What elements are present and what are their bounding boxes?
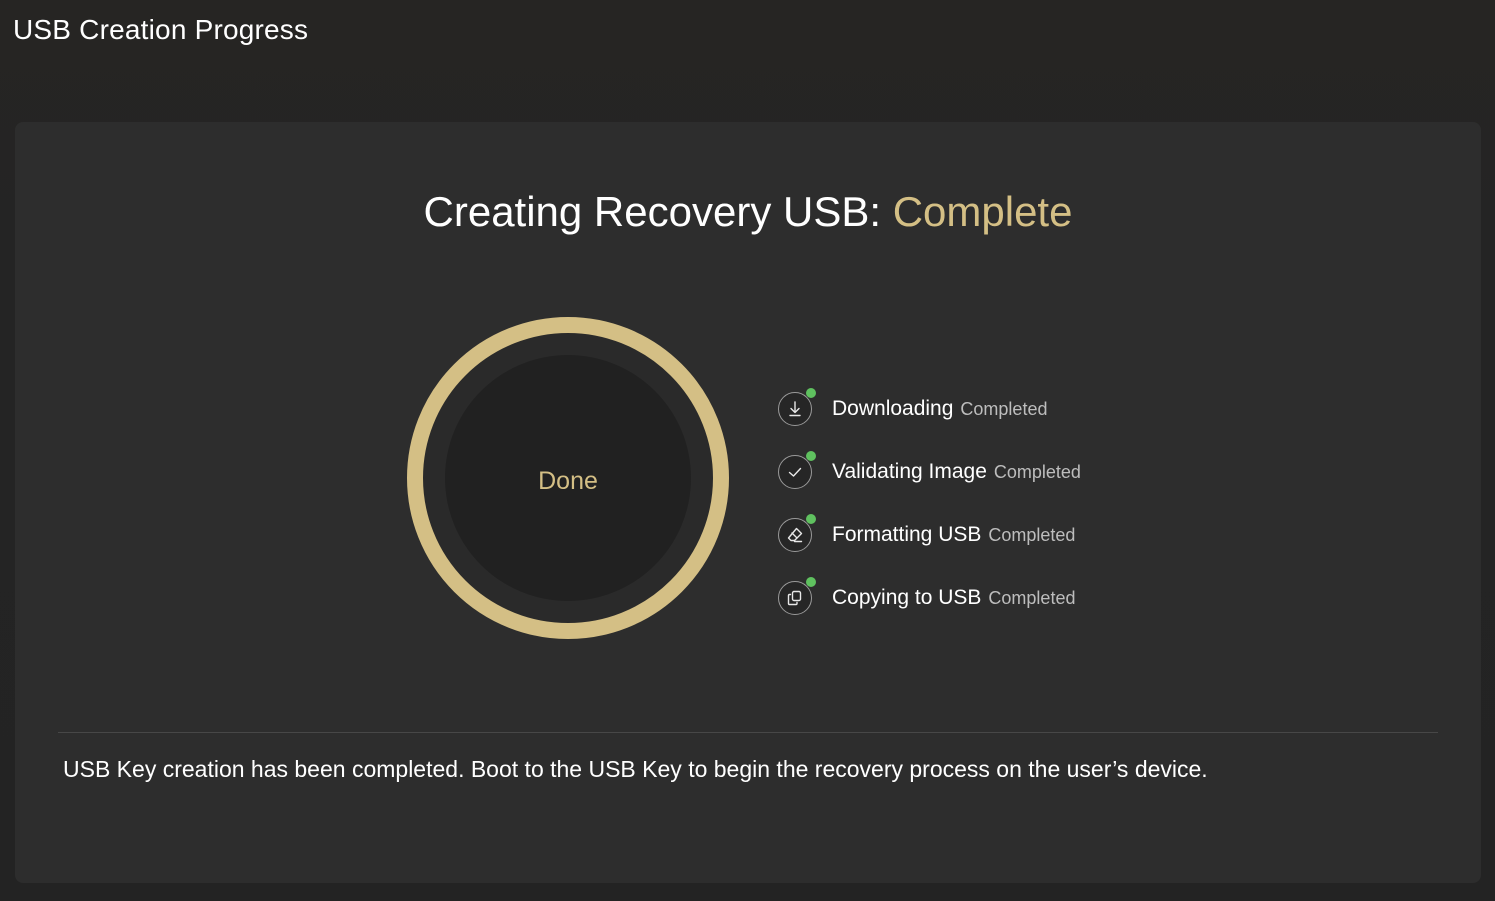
download-icon [778,388,816,426]
progress-label: Done [538,466,598,495]
step-status: Completed [988,524,1076,545]
step-name: Formatting USB [832,523,982,546]
divider [58,732,1438,733]
step-name: Downloading [832,397,954,420]
status-dot [806,514,816,524]
checkmark-icon [778,451,816,489]
step-list: Downloading Completed Validating Image C… [778,388,1081,642]
status-dot [806,577,816,587]
app-window: USB Creation Progress Creating Recovery … [0,0,1495,901]
page-title: Creating Recovery USB: Complete [15,188,1481,236]
step-downloading: Downloading Completed [778,388,1081,428]
step-status: Completed [988,587,1076,608]
step-validating-image: Validating Image Completed [778,451,1081,491]
headline-status: Complete [892,188,1073,235]
window-title: USB Creation Progress [13,14,309,45]
progress-ring: Done [407,317,729,639]
eraser-icon [778,514,816,552]
status-dot [806,451,816,461]
step-name: Copying to USB [832,586,982,609]
progress-card: Creating Recovery USB: Complete Done Dow… [15,122,1481,883]
progress-ring-center: Done [445,355,691,601]
step-status: Completed [993,461,1081,482]
step-name: Validating Image [832,460,987,483]
headline-prefix: Creating Recovery USB: [423,188,882,235]
status-dot [806,388,816,398]
step-formatting-usb: Formatting USB Completed [778,514,1081,554]
step-status: Completed [960,398,1048,419]
completion-message: USB Key creation has been completed. Boo… [63,756,1208,782]
step-copying-to-usb: Copying to USB Completed [778,577,1081,617]
copy-icon [778,577,816,615]
